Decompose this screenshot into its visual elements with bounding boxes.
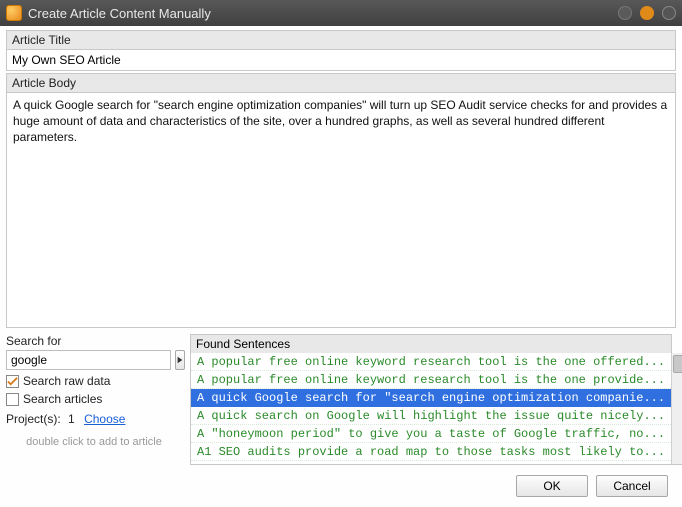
found-sentences-label: Found Sentences — [190, 334, 672, 353]
maximize-button[interactable] — [640, 6, 654, 20]
hint-text: double click to add to article — [6, 436, 182, 448]
article-title-input[interactable] — [6, 49, 676, 71]
projects-label: Project(s): — [6, 412, 61, 426]
choose-link[interactable]: Choose — [84, 412, 125, 426]
list-item[interactable]: A quick search on Google will highlight … — [191, 407, 671, 425]
projects-count: 1 — [68, 412, 75, 426]
projects-row: Project(s): 1 Choose — [6, 412, 182, 426]
search-go-button[interactable] — [175, 350, 185, 370]
search-articles-label: Search articles — [23, 392, 102, 406]
cancel-button[interactable]: Cancel — [596, 475, 668, 497]
close-button[interactable] — [662, 6, 676, 20]
minimize-button[interactable] — [618, 6, 632, 20]
search-for-label: Search for — [6, 334, 182, 348]
ok-button[interactable]: OK — [516, 475, 588, 497]
scrollbar-thumb[interactable] — [673, 355, 682, 373]
search-raw-checkbox[interactable] — [6, 375, 19, 388]
dialog-content: Article Title Article Body Search for Se… — [0, 26, 682, 507]
search-panel: Search for Search raw data Search articl… — [6, 334, 182, 465]
search-input[interactable] — [6, 350, 171, 370]
article-body-label: Article Body — [6, 73, 676, 92]
search-articles-checkbox[interactable] — [6, 393, 19, 406]
dialog-buttons: OK Cancel — [6, 465, 676, 501]
article-body-textarea[interactable] — [6, 92, 676, 328]
list-item[interactable]: A popular free online keyword research t… — [191, 371, 671, 389]
app-icon — [6, 5, 22, 21]
list-item[interactable]: A1 SEO audits provide a road map to thos… — [191, 443, 671, 461]
play-icon — [176, 356, 184, 364]
list-item[interactable]: A "honeymoon period" to give you a taste… — [191, 425, 671, 443]
titlebar: Create Article Content Manually — [0, 0, 682, 26]
search-raw-label: Search raw data — [23, 374, 110, 388]
article-title-label: Article Title — [6, 30, 676, 49]
list-item[interactable]: A popular free online keyword research t… — [191, 353, 671, 371]
check-icon — [7, 376, 18, 387]
found-sentences-list[interactable]: A popular free online keyword research t… — [191, 353, 671, 464]
found-scrollbar[interactable] — [671, 353, 682, 464]
list-item[interactable]: A quick Google search for "search engine… — [191, 389, 671, 407]
window-title: Create Article Content Manually — [28, 6, 211, 21]
